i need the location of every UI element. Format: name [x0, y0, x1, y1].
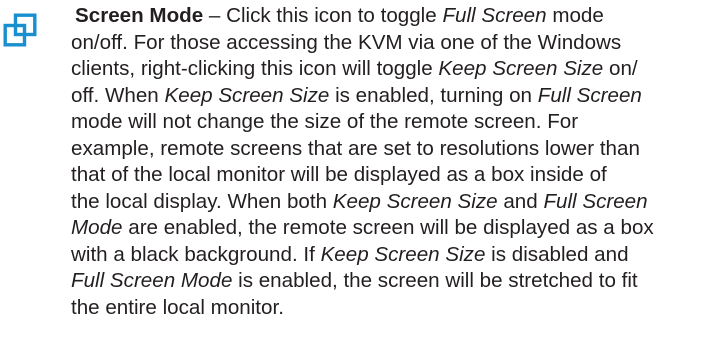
body-text: on/	[603, 57, 638, 80]
emphasized-term: Keep Screen Size	[320, 242, 486, 266]
body-text: is enabled, turning on	[329, 83, 538, 107]
emphasized-term: Full Screen Mode	[71, 269, 233, 292]
description-line-5: mode will not change the size of the rem…	[71, 109, 721, 136]
body-text: off. When	[71, 83, 165, 107]
description-line-1: Screen Mode – Click this icon to toggle …	[71, 3, 721, 30]
emphasized-term: Full Screen	[442, 4, 547, 27]
emphasized-term: Keep Screen Size	[332, 189, 498, 213]
description-line-10: with a black background. If Keep Screen …	[71, 242, 721, 269]
body-text: with a black background. If	[71, 242, 321, 266]
body-text: mode	[546, 4, 604, 27]
emphasized-term: Full Screen	[537, 83, 642, 107]
description-line-9: Mode are enabled, the remote screen will…	[71, 215, 721, 242]
title-dash: –	[203, 4, 227, 27]
body-text: that of the local monitor will be displa…	[71, 163, 607, 186]
description-line-4: off. When Keep Screen Size is enabled, t…	[71, 83, 721, 110]
emphasized-term: Full Screen	[543, 189, 648, 213]
description-line-7: that of the local monitor will be displa…	[71, 162, 721, 189]
description-line-8: the local display. When both Keep Screen…	[71, 189, 721, 216]
description-line-2: on/off. For those accessing the KVM via …	[71, 30, 721, 57]
body-text: is enabled, the screen will be stretched…	[232, 269, 638, 292]
body-text: are enabled, the remote screen will be d…	[122, 216, 654, 239]
screen-mode-entry: Screen Mode – Click this icon to toggle …	[0, 0, 724, 345]
term-title: Screen Mode	[75, 4, 204, 27]
body-text: clients, right-clicking this icon will t…	[71, 57, 439, 80]
description-line-3: clients, right-clicking this icon will t…	[71, 56, 721, 83]
screen-mode-description: Screen Mode – Click this icon to toggle …	[71, 3, 721, 321]
emphasized-term: Keep Screen Size	[164, 83, 330, 107]
body-text: on/off. For those accessing the KVM via …	[71, 30, 622, 54]
emphasized-term: Mode	[71, 216, 123, 239]
screen-mode-icon	[3, 13, 37, 47]
body-text: the entire local monitor.	[71, 295, 284, 319]
body-text: Click this icon to toggle	[226, 4, 443, 27]
body-text: the local display. When both	[71, 189, 333, 213]
description-line-6: example, remote screens that are set to …	[71, 136, 721, 163]
description-line-11: Full Screen Mode is enabled, the screen …	[71, 268, 721, 295]
body-text: mode will not change the size of the rem…	[71, 110, 579, 133]
description-line-12: the entire local monitor.	[71, 295, 721, 322]
body-text: example, remote screens that are set to …	[71, 136, 640, 160]
emphasized-term: Keep Screen Size	[438, 57, 604, 80]
body-text: is disabled and	[485, 242, 629, 266]
body-text: and	[497, 189, 544, 213]
